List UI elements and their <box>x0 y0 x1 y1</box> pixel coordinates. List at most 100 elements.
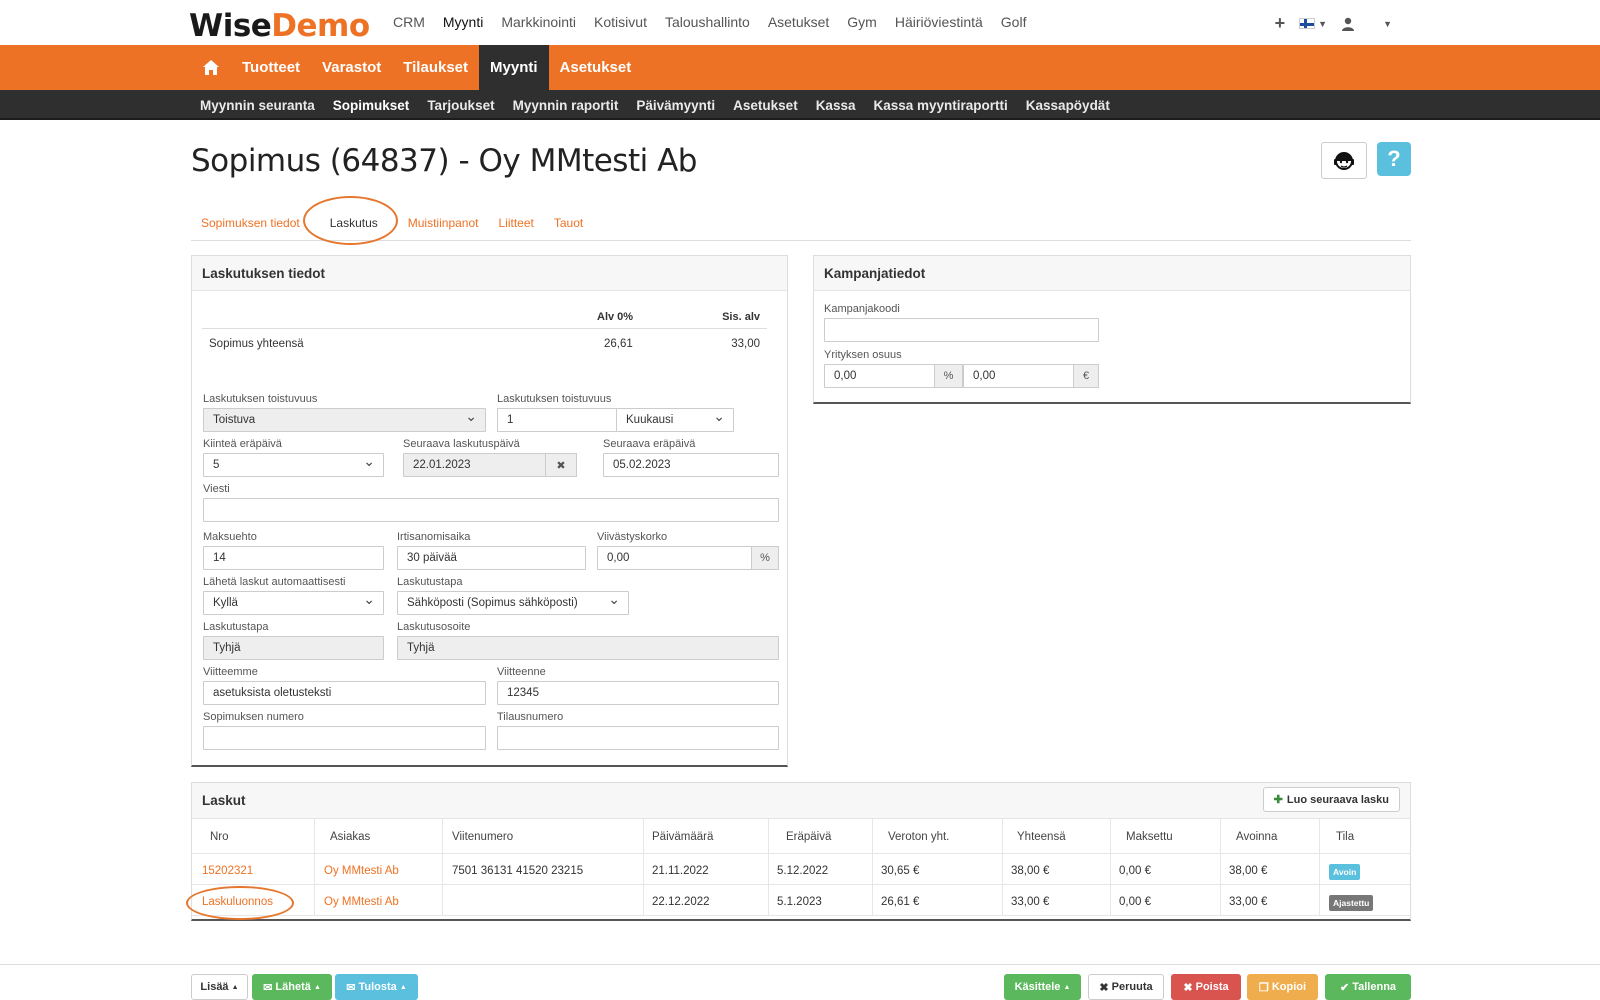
copy-button[interactable]: ❐ Kopioi <box>1247 974 1318 1000</box>
clear-date-icon[interactable]: ✖ <box>545 453 577 477</box>
invoice-number-link[interactable]: 15202321 <box>202 865 253 877</box>
payment-terms-input[interactable]: 14 <box>203 546 384 570</box>
user-menu[interactable]: ▼ <box>1341 17 1392 31</box>
recurrence-select[interactable]: Toistuva <box>203 408 486 432</box>
your-ref-input[interactable]: 12345 <box>497 681 779 705</box>
campaign-code-input[interactable] <box>824 318 1099 342</box>
top-nav-myynti[interactable]: Myynti <box>443 14 483 30</box>
create-next-invoice-button[interactable]: ✚ Luo seuraava lasku <box>1262 787 1400 812</box>
sub-nav-myynnin-seuranta[interactable]: Myynnin seuranta <box>191 98 324 113</box>
sub-nav-paivamyynti[interactable]: Päivämyynti <box>627 98 724 113</box>
fixed-due-select[interactable]: 5 <box>203 453 384 477</box>
top-nav-hairioviestinta[interactable]: Häiriöviestintä <box>895 14 983 30</box>
more-label: Lisää <box>200 981 229 993</box>
print-label: Tulosta <box>358 981 397 993</box>
sub-nav-asetukset[interactable]: Asetukset <box>724 98 807 113</box>
print-button[interactable]: ✉ Tulosta ▲ <box>335 974 418 1000</box>
share-amount-input[interactable]: 0,00 <box>963 364 1074 388</box>
col-avoinna: Avoinna <box>1236 831 1278 843</box>
your-ref-label: Viitteenne <box>497 666 546 678</box>
top-nav-crm[interactable]: CRM <box>393 14 425 30</box>
col-tila: Tila <box>1336 831 1355 843</box>
sub-nav-kassapoydat[interactable]: Kassapöydät <box>1017 98 1119 113</box>
our-ref-label: Viitteemme <box>203 666 258 678</box>
cancel-button[interactable]: ✖ Peruuta <box>1088 974 1164 1000</box>
top-right-tools: + ▼ ▼ <box>1275 13 1392 34</box>
message-input[interactable] <box>203 498 779 522</box>
invoices-table: Nro Asiakas Viitenumero Päivämäärä Eräpä… <box>192 819 1410 916</box>
total-label: Sopimus yhteensä <box>209 338 304 350</box>
next-due-input[interactable]: 05.02.2023 <box>603 453 779 477</box>
customer-link[interactable]: Oy MMtesti Ab <box>324 896 399 908</box>
sub-nav: Myynnin seuranta Sopimukset Tarjoukset M… <box>0 90 1600 120</box>
top-nav-markkinointi[interactable]: Markkinointi <box>501 14 576 30</box>
caret-up-icon: ▲ <box>1063 983 1071 991</box>
user-icon <box>1342 17 1355 31</box>
total-incl: 33,00 <box>731 338 760 350</box>
method-select[interactable]: Sähköposti (Sopimus sähköposti) <box>397 591 629 615</box>
interest-unit: % <box>751 546 779 570</box>
top-nav-golf[interactable]: Golf <box>1001 14 1027 30</box>
sub-nav-kassa[interactable]: Kassa <box>807 98 865 113</box>
language-selector[interactable]: ▼ <box>1299 18 1327 29</box>
method2-input: Tyhjä <box>203 636 384 660</box>
sub-nav-sopimukset[interactable]: Sopimukset <box>324 98 419 113</box>
next-billing-input[interactable]: 22.01.2023 <box>403 453 546 477</box>
main-nav-myynti[interactable]: Myynti <box>479 45 549 90</box>
total-excl: 26,61 <box>604 338 633 350</box>
invoices-title: Laskut <box>202 793 246 808</box>
tab-liitteet[interactable]: Liitteet <box>488 206 543 240</box>
footer-toolbar: Lisää ▲ ✉ Lähetä ▲ ✉ Tulosta ▲ Käsittele… <box>0 964 1600 1000</box>
col-nro: Nro <box>210 831 229 843</box>
notice-input[interactable]: 30 päivää <box>397 546 586 570</box>
top-nav-kotisivut[interactable]: Kotisivut <box>594 14 647 30</box>
auto-send-select[interactable]: Kyllä <box>203 591 384 615</box>
recurrence-count-input[interactable]: 1 <box>497 408 617 432</box>
plus-icon[interactable]: + <box>1275 13 1286 34</box>
main-nav-asetukset[interactable]: Asetukset <box>549 45 643 90</box>
share-percent-input[interactable]: 0,00 <box>824 364 935 388</box>
create-next-invoice-label: Luo seuraava lasku <box>1286 794 1389 806</box>
main-nav-tilaukset[interactable]: Tilaukset <box>392 45 479 90</box>
tab-sopimuksen-tiedot[interactable]: Sopimuksen tiedot <box>191 206 310 240</box>
sub-nav-kassa-myyntiraportti[interactable]: Kassa myyntiraportti <box>864 98 1016 113</box>
campaign-panel: Kampanjatiedot Kampanjakoodi Yrityksen o… <box>813 255 1411 404</box>
summary-header-row: Alv 0% Sis. alv <box>202 302 767 329</box>
send-button[interactable]: ✉ Lähetä ▲ <box>252 974 332 1000</box>
more-button[interactable]: Lisää ▲ <box>191 974 248 1000</box>
delete-button[interactable]: ✖ Poista <box>1171 974 1241 1000</box>
wisedemo-logo[interactable]: WiseDemo <box>189 8 370 44</box>
col-excl-vat: Alv 0% <box>597 311 634 323</box>
send-label: Lähetä <box>275 981 311 993</box>
save-button[interactable]: ✔ Tallenna <box>1325 974 1411 1000</box>
plus-icon: ✚ <box>1273 794 1283 806</box>
main-nav-tuotteet[interactable]: Tuotteet <box>231 45 311 90</box>
sub-nav-tarjoukset[interactable]: Tarjoukset <box>418 98 503 113</box>
invoice-row: 15202321 Oy MMtesti Ab 7501 36131 41520 … <box>192 854 1410 885</box>
sub-nav-myynnin-raportit[interactable]: Myynnin raportit <box>504 98 628 113</box>
invoice-total: 38,00 € <box>1011 865 1050 877</box>
tab-muistiinpanot[interactable]: Muistiinpanot <box>398 206 489 240</box>
top-nav-asetukset[interactable]: Asetukset <box>768 14 829 30</box>
interest-input[interactable]: 0,00 <box>597 546 752 570</box>
col-paivamaara: Päivämäärä <box>652 831 714 843</box>
contract-no-input[interactable] <box>203 726 486 750</box>
top-nav: CRM Myynti Markkinointi Kotisivut Talous… <box>393 14 1044 30</box>
tab-tauot[interactable]: Tauot <box>544 206 593 240</box>
order-no-input[interactable] <box>497 726 779 750</box>
top-nav-taloushallinto[interactable]: Taloushallinto <box>665 14 750 30</box>
billing-panel-title: Laskutuksen tiedot <box>192 256 787 291</box>
our-ref-input[interactable]: asetuksista oletusteksti <box>203 681 486 705</box>
customer-link[interactable]: Oy MMtesti Ab <box>324 865 399 877</box>
main-nav-varastot[interactable]: Varastot <box>311 45 392 90</box>
process-button[interactable]: Käsittele ▲ <box>1004 974 1081 1000</box>
contract-no-label: Sopimuksen numero <box>203 711 304 723</box>
home-icon[interactable] <box>191 59 231 76</box>
logo-demo: Demo <box>271 8 370 44</box>
top-nav-gym[interactable]: Gym <box>847 14 877 30</box>
order-no-label: Tilausnumero <box>497 711 564 723</box>
support-button[interactable] <box>1321 142 1367 179</box>
help-button[interactable]: ? <box>1377 142 1411 176</box>
recurrence-unit-select[interactable]: Kuukausi <box>616 408 734 432</box>
invoice-date: 21.11.2022 <box>652 865 709 877</box>
